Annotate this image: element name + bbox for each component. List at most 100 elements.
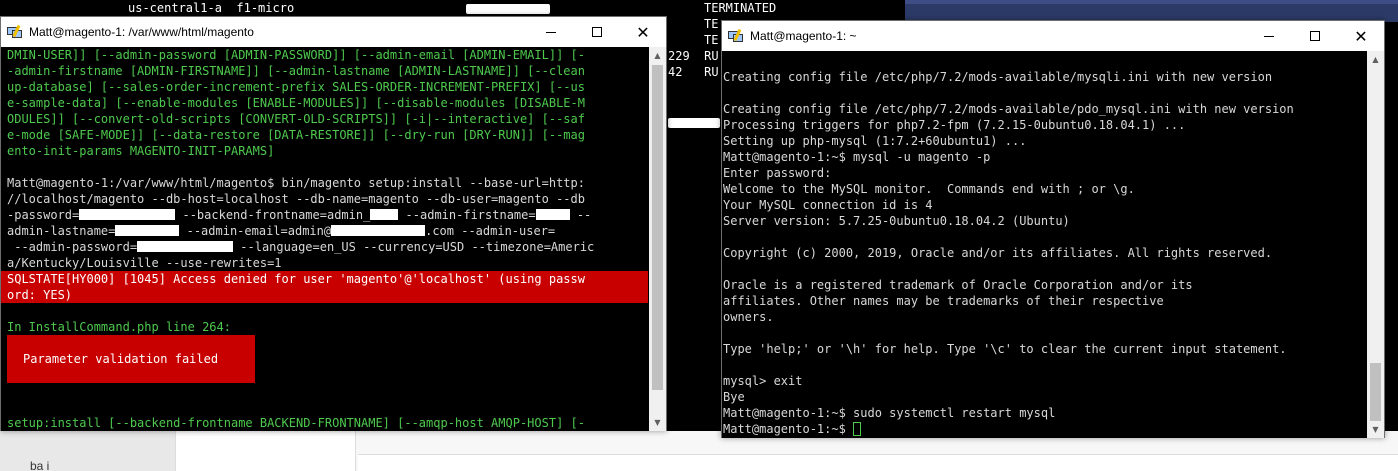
- close-button[interactable]: ✕: [1338, 21, 1384, 51]
- terminal-line: Processing triggers for php7.2-fpm (7.2.…: [723, 118, 1186, 132]
- taskbar-segment: [175, 431, 355, 471]
- terminal-text: admin-lastname=: [7, 224, 116, 238]
- redaction-block: [466, 4, 550, 14]
- redaction-block: [137, 241, 234, 252]
- putty-icon[interactable]: [7, 24, 23, 39]
- terminal-line: e-mode [SAFE-MODE]] [--data-restore [DAT…: [7, 128, 585, 142]
- maximize-button[interactable]: [574, 17, 620, 47]
- terminal-line: --admin-password= --language=en_US --cur…: [7, 239, 649, 255]
- terminal-line: -password= --backend-frontname=admin_ --…: [7, 207, 649, 223]
- background-status: 229 RU: [668, 49, 719, 63]
- window-titlebar[interactable]: Matt@magento-1: ~ ✕: [722, 21, 1384, 51]
- terminal-line: Creating config file /etc/php/7.2/mods-a…: [723, 70, 1273, 84]
- terminal-output[interactable]: DMIN-USER]] [--admin-password [ADMIN-PAS…: [1, 47, 649, 431]
- background-status: TE: [704, 33, 719, 47]
- terminal-line: Welcome to the MySQL monitor. Commands e…: [723, 182, 1135, 196]
- terminal-line: mysql> exit: [723, 374, 803, 388]
- background-status: TE: [704, 17, 719, 31]
- terminal-line: Creating config file /etc/php/7.2/mods-a…: [723, 102, 1294, 116]
- taskbar-panel: [358, 454, 1398, 471]
- terminal-line: Enter password:: [723, 166, 832, 180]
- terminal-line: e-sample-data] [--enable-modules [ENABLE…: [7, 96, 585, 110]
- redaction-block: [668, 118, 720, 128]
- redaction-block: [535, 209, 570, 220]
- scroll-up-arrow-icon[interactable]: ▲: [649, 47, 666, 64]
- terminal-line: affiliates. Other names may be trademark…: [723, 294, 1164, 308]
- terminal-text: --: [569, 208, 592, 222]
- minimize-icon: [1264, 35, 1274, 37]
- scrollbar-thumb[interactable]: [652, 65, 663, 390]
- terminal-line: Setting up php-mysql (1:7.2+60ubuntu1) .…: [723, 134, 1027, 148]
- taskbar-segment: ba i: [0, 431, 175, 471]
- terminal-line: Your MySQL connection id is 4: [723, 198, 933, 212]
- window-title: Matt@magento-1: ~: [750, 29, 857, 43]
- terminal-line: Matt@magento-1:~$: [723, 421, 1367, 437]
- maximize-icon: [1310, 31, 1320, 41]
- close-button[interactable]: ✕: [620, 17, 666, 47]
- terminal-text: .com --admin-user=: [425, 224, 556, 238]
- maximize-icon: [592, 27, 602, 37]
- taskbar-text: ba i: [30, 459, 50, 471]
- terminal-text: --backend-frontname=admin_: [175, 208, 371, 222]
- terminal-line: Server version: 5.7.25-0ubuntu0.18.04.2 …: [723, 214, 1070, 228]
- terminal-line: Oracle is a registered trademark of Orac…: [723, 278, 1193, 292]
- background-status: 42 RU: [668, 65, 719, 79]
- minimize-button[interactable]: [528, 17, 574, 47]
- error-box: Parameter validation failed: [7, 335, 255, 383]
- terminal-line: Type 'help;' or '\h' for help. Type '\c'…: [723, 342, 1287, 356]
- terminal-line: DMIN-USER]] [--admin-password [ADMIN-PAS…: [7, 48, 585, 62]
- terminal-cursor[interactable]: [853, 422, 862, 436]
- terminal-text: -password=: [7, 208, 80, 222]
- terminal-text: --language=en_US --currency=USD --timezo…: [233, 240, 595, 254]
- putty-icon[interactable]: [728, 28, 744, 43]
- error-line: ord: YES): [1, 287, 648, 303]
- minimize-icon: [546, 31, 556, 33]
- redaction-block: [370, 209, 399, 220]
- terminal-output[interactable]: Creating config file /etc/php/7.2/mods-a…: [722, 51, 1367, 438]
- terminal-text: --admin-email=admin@: [179, 224, 332, 238]
- minimize-button[interactable]: [1246, 21, 1292, 51]
- background-status: TERMINATED: [704, 1, 777, 15]
- terminal-line: In InstallCommand.php line 264:: [7, 320, 231, 334]
- terminal-line: -admin-firstname [ADMIN-FIRSTNAME]] [--a…: [7, 64, 585, 78]
- scroll-up-arrow-icon[interactable]: ▲: [1367, 51, 1384, 68]
- window-titlebar[interactable]: Matt@magento-1: /var/www/html/magento ✕: [1, 17, 666, 47]
- terminal-window-magento[interactable]: Matt@magento-1: /var/www/html/magento ✕ …: [0, 16, 667, 431]
- terminal-line: admin-lastname= --admin-email=admin@ .com…: [7, 223, 649, 239]
- background-top-line: us-central1-a f1-micro: [128, 1, 295, 15]
- terminal-line: Matt@magento-1:~$ mysql -u magento -p: [723, 150, 991, 164]
- terminal-line: ODULES]] [--convert-old-scripts [CONVERT…: [7, 112, 585, 126]
- terminal-text: --admin-password=: [7, 240, 138, 254]
- terminal-line: Copyright (c) 2000, 2019, Oracle and/or …: [723, 246, 1273, 260]
- scroll-down-arrow-icon[interactable]: ▼: [649, 414, 666, 431]
- redaction-block: [79, 209, 176, 220]
- terminal-line: //localhost/magento --db-host=localhost …: [7, 192, 585, 206]
- maximize-button[interactable]: [1292, 21, 1338, 51]
- vertical-scrollbar[interactable]: ▲ ▼: [1367, 51, 1384, 438]
- terminal-line: Matt@magento-1:/var/www/html/magento$ bi…: [7, 176, 585, 190]
- error-line: SQLSTATE[HY000] [1045] Access denied for…: [1, 271, 648, 287]
- terminal-text: --admin-firstname=: [398, 208, 536, 222]
- background-window-strip: [905, 0, 1398, 4]
- redaction-block: [115, 225, 180, 236]
- terminal-window-home[interactable]: Matt@magento-1: ~ ✕ Creating config file…: [721, 20, 1385, 438]
- vertical-scrollbar[interactable]: ▲ ▼: [649, 47, 666, 431]
- terminal-line: a/Kentucky/Louisville --use-rewrites=1: [7, 256, 282, 270]
- redaction-block: [331, 225, 426, 236]
- scrollbar-thumb[interactable]: [1370, 363, 1381, 421]
- terminal-line: up-database] [--sales-order-increment-pr…: [7, 80, 585, 94]
- terminal-line: Bye: [723, 390, 745, 404]
- terminal-line: ento-init-params MAGENTO-INIT-PARAMS]: [7, 144, 275, 158]
- terminal-line: owners.: [723, 310, 774, 324]
- terminal-line: Matt@magento-1:~$ sudo systemctl restart…: [723, 406, 1056, 420]
- close-icon: ✕: [1354, 26, 1368, 46]
- scroll-down-arrow-icon[interactable]: ▼: [1367, 421, 1384, 438]
